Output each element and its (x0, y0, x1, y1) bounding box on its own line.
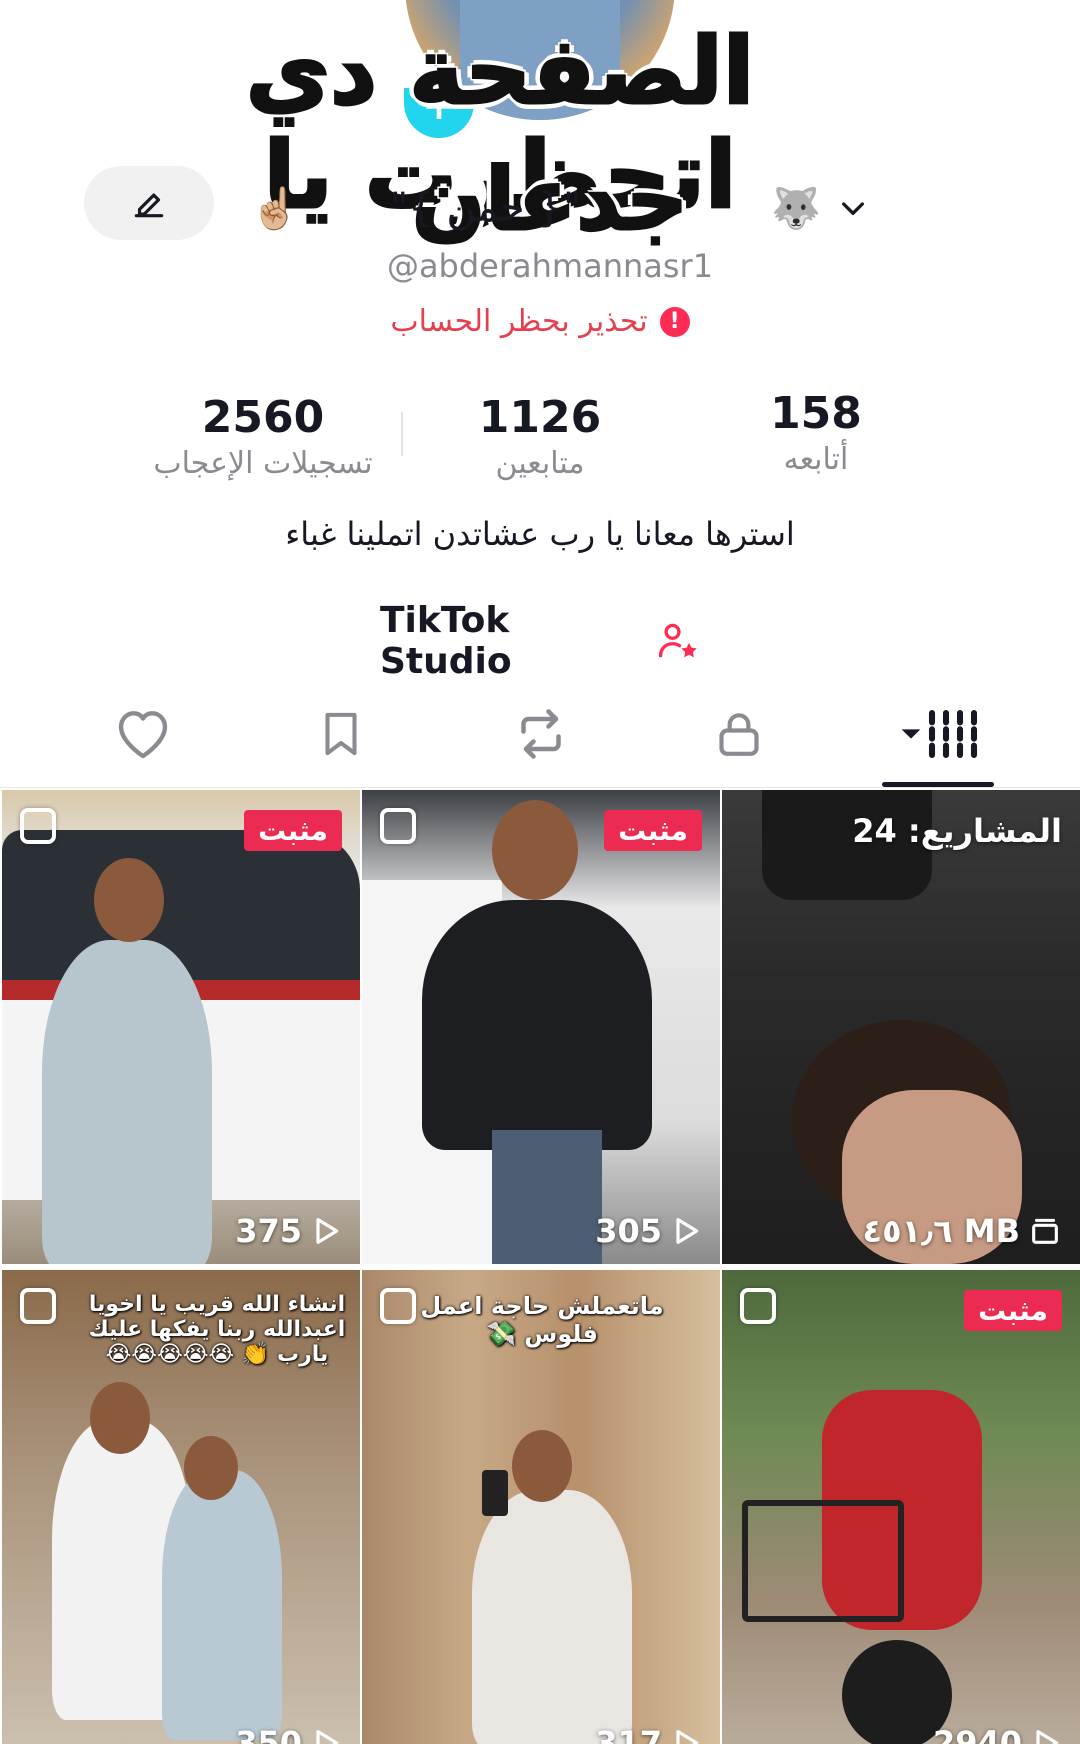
profile-tabs (0, 694, 1080, 784)
view-count: 350 (235, 1724, 342, 1744)
wolf-emoji-icon: 🐺 (771, 185, 822, 232)
play-icon (316, 1730, 339, 1744)
multi-photo-icon (20, 808, 56, 844)
play-icon (676, 1218, 699, 1244)
bookmark-icon (325, 712, 357, 756)
view-count: 375 (235, 1212, 342, 1250)
username: @abderahmannasr1 (386, 247, 714, 285)
likes-count: 2560 (201, 392, 325, 443)
tab-private[interactable] (684, 694, 794, 774)
tab-liked[interactable] (88, 694, 198, 774)
play-icon (1036, 1730, 1059, 1744)
profile-bio: استرها معانا يا رب عشاتدن اتملينا غباء (285, 515, 795, 553)
view-count-value: 375 (235, 1212, 302, 1250)
likes-label: تسجيلات الإعجاب (153, 446, 373, 481)
followers-stat[interactable]: 1126 متابعين (410, 392, 670, 484)
following-stat[interactable]: 158 أتابعه (686, 388, 946, 480)
view-count-value: 2940 (932, 1724, 1022, 1744)
view-count-value: 317 (595, 1724, 662, 1744)
followers-label: متابعين (495, 446, 585, 481)
pointing-emoji-icon: ☝🏼 (250, 185, 300, 232)
ban-warning-link[interactable]: ! تحذير بحظر الحساب (300, 304, 780, 339)
drafts-label: المشاريع: 24 (852, 812, 1062, 850)
stat-divider (401, 412, 403, 456)
tab-videos[interactable] (884, 694, 994, 774)
multi-photo-icon (740, 1288, 776, 1324)
multi-photo-icon (20, 1288, 56, 1324)
archive-icon (1032, 1218, 1058, 1244)
tiktok-studio-link[interactable]: TikTok Studio (380, 600, 700, 682)
view-count: 317 (595, 1724, 702, 1744)
followers-count: 1126 (478, 392, 602, 443)
multi-photo-icon (380, 808, 416, 844)
pinned-badge: مثبت (244, 810, 342, 851)
tab-favorites[interactable] (286, 694, 396, 774)
view-count: 2940 (933, 1724, 1062, 1744)
pencil-icon (134, 193, 164, 218)
display-name: "{ حمن }" (389, 185, 582, 231)
studio-label: TikTok Studio (380, 600, 512, 682)
display-name-row[interactable]: ☝🏼 "{ حمن }" 🐺 (250, 178, 869, 238)
likes-stat[interactable]: 2560 تسجيلات الإعجاب (133, 392, 393, 484)
drafts-thumbnail[interactable]: المشاريع: 24 ٤٥١٫٦ MB (722, 790, 1080, 1264)
following-label: أتابعه (783, 442, 849, 477)
play-icon (316, 1218, 339, 1244)
video-caption: ماتعملش حاجة اعمل فلوس 💸 (420, 1292, 664, 1348)
video-thumbnail[interactable]: انشاء الله قريب يا اخويا اعبدالله ربنا ي… (2, 1270, 360, 1744)
heart-icon (118, 711, 168, 759)
tab-reposts[interactable] (486, 694, 596, 774)
video-thumbnail[interactable]: مثبت 375 (2, 790, 360, 1264)
pinned-badge: مثبت (964, 1290, 1062, 1331)
view-count-value: 305 (595, 1212, 662, 1250)
user-star-icon (658, 623, 697, 658)
drafts-size-value: ٤٥١٫٦ MB (862, 1212, 1020, 1250)
play-icon (676, 1730, 699, 1744)
view-count: 305 (595, 1212, 702, 1250)
tabs-divider (0, 787, 1080, 788)
video-thumbnail[interactable]: ماتعملش حاجة اعمل فلوس 💸 317 (362, 1270, 720, 1744)
ban-warning-text: تحذير بحظر الحساب (390, 304, 648, 339)
drafts-size: ٤٥١٫٦ MB (863, 1212, 1062, 1250)
alert-icon: ! (659, 306, 690, 337)
repost-icon (521, 709, 561, 759)
lock-icon (719, 713, 759, 756)
pinned-badge: مثبت (604, 810, 702, 851)
grid-icon (901, 709, 978, 759)
view-count-value: 350 (235, 1724, 302, 1744)
video-thumbnail[interactable]: مثبت 305 (362, 790, 720, 1264)
video-thumbnail[interactable]: مثبت 2940 (722, 1270, 1080, 1744)
following-count: 158 (770, 388, 862, 439)
edit-profile-button[interactable] (84, 166, 214, 240)
video-caption: انشاء الله قريب يا اخويا اعبدالله ربنا ي… (88, 1292, 346, 1367)
chevron-down-icon[interactable] (837, 192, 869, 224)
